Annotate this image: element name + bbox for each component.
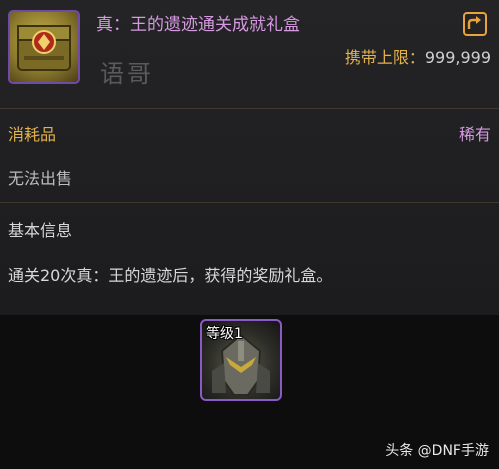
item-rarity: 稀有 (458, 125, 491, 144)
carry-limit-value: 999,999 (424, 48, 491, 67)
item-tooltip-panel: 真：王的遗迹通关成就礼盒 语哥 携带上限：999,999 消耗品 稀有 无法出售… (0, 0, 499, 315)
info-header: 基本信息 (8, 221, 73, 240)
source-credit: 头条 @DNF手游 (385, 443, 489, 459)
level-requirement-label: 等级1 (206, 326, 243, 342)
carry-limit-label: 携带上限： (344, 48, 425, 67)
item-category: 消耗品 (8, 125, 57, 144)
item-title: 真：王的遗迹通关成就礼盒 (96, 15, 300, 35)
divider (0, 202, 499, 203)
export-arrow-icon (467, 16, 481, 29)
item-description: 通关20次真：王的遗迹后，获得的奖励礼盒。 (8, 266, 333, 285)
watermark-text: 语哥 (100, 60, 154, 88)
trade-status: 无法出售 (8, 169, 73, 188)
level-requirement-slot[interactable]: 等级1 (200, 319, 282, 401)
export-button[interactable] (463, 12, 487, 36)
carry-limit: 携带上限：999,999 (345, 44, 491, 68)
divider (0, 108, 499, 109)
treasure-chest-icon (8, 10, 80, 84)
